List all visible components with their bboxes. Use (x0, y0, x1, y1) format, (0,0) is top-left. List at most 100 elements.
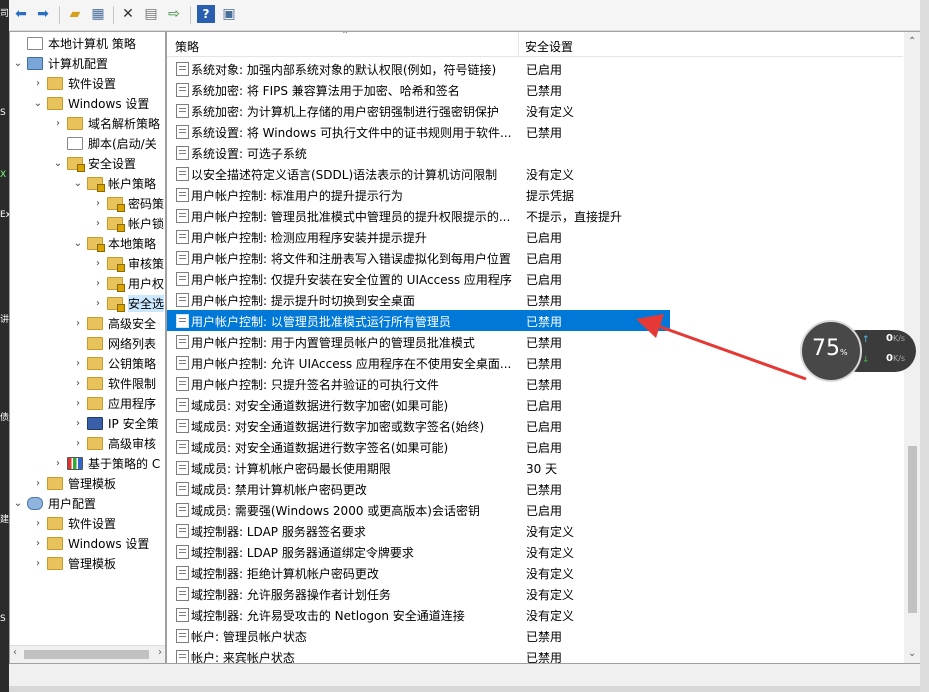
tree-item[interactable]: › 管理模板 (32, 554, 116, 572)
table-row[interactable]: 用户帐户控制: 将文件和注册表写入错误虚拟化到每用户位置 已启用 (167, 247, 903, 268)
chevron-right-icon[interactable]: › (92, 298, 104, 309)
tree-item[interactable]: › 软件限制 (72, 374, 156, 392)
chevron-down-icon[interactable]: ⌄ (72, 238, 84, 249)
table-row[interactable]: 域成员: 对安全通道数据进行数字签名(如果可能) 已启用 (167, 436, 903, 457)
chevron-right-icon[interactable]: › (92, 278, 104, 289)
table-row[interactable]: 域控制器: LDAP 服务器签名要求 没有定义 (167, 520, 903, 541)
tree-item[interactable]: › 帐户锁 (92, 214, 164, 232)
tree-item[interactable]: › 基于策略的 C (52, 454, 160, 472)
chevron-right-icon[interactable]: › (72, 378, 84, 389)
table-row[interactable]: 域成员: 禁用计算机帐户密码更改 已禁用 (167, 478, 903, 499)
table-row[interactable]: 域成员: 对安全通道数据进行数字加密或数字签名(始终) 已启用 (167, 415, 903, 436)
chevron-right-icon[interactable]: › (32, 518, 44, 529)
tree-item[interactable]: ⌄ 帐户策略 (72, 174, 156, 192)
chevron-down-icon[interactable]: ⌄ (12, 498, 24, 509)
chevron-right-icon[interactable]: › (92, 198, 104, 209)
scroll-down-icon[interactable]: ⌄ (908, 648, 916, 659)
scroll-right-icon[interactable]: › (158, 647, 162, 658)
table-row[interactable]: 系统设置: 将 Windows 可执行文件中的证书规则用于软件... 已禁用 (167, 121, 903, 142)
tree-item[interactable]: › 应用程序 (72, 394, 156, 412)
forward-arrow-icon[interactable]: ➡ (34, 5, 52, 23)
tree-item[interactable]: › 用户权 (92, 274, 164, 292)
table-row[interactable]: 系统设置: 可选子系统 (167, 142, 903, 163)
table-row[interactable]: 域控制器: LDAP 服务器通道绑定令牌要求 没有定义 (167, 541, 903, 562)
help-icon[interactable]: ? (197, 5, 215, 23)
chevron-right-icon[interactable]: › (32, 78, 44, 89)
table-row[interactable]: 以安全描述符定义语言(SDDL)语法表示的计算机访问限制 没有定义 (167, 163, 903, 184)
tree-item[interactable]: › 软件设置 (32, 74, 116, 92)
table-row[interactable]: 系统对象: 加强内部系统对象的默认权限(例如，符号链接) 已启用 (167, 58, 903, 79)
tree-item[interactable]: ⌄ 计算机配置 (12, 54, 108, 72)
tree-item[interactable]: › 高级审核 (72, 434, 156, 452)
tree-item[interactable]: › 域名解析策略 (52, 114, 160, 132)
chevron-right-icon[interactable]: › (72, 398, 84, 409)
chevron-right-icon[interactable]: › (52, 118, 64, 129)
chevron-right-icon[interactable]: › (52, 458, 64, 469)
tree-item[interactable]: › IP 安全策 (72, 414, 159, 432)
table-row[interactable]: 帐户: 来宾帐户状态 已禁用 (167, 646, 903, 663)
tree-item[interactable]: ⌄ 本地策略 (72, 234, 156, 252)
tree-item[interactable]: › 密码策 (92, 194, 164, 212)
tree-item[interactable]: 网络列表 (72, 334, 156, 352)
chevron-right-icon[interactable]: › (32, 558, 44, 569)
table-row[interactable]: 域成员: 对安全通道数据进行数字加密(如果可能) 已启用 (167, 394, 903, 415)
chevron-down-icon[interactable]: ⌄ (12, 58, 24, 69)
table-row[interactable]: 域控制器: 拒绝计算机帐户密码更改 没有定义 (167, 562, 903, 583)
table-row[interactable]: 域控制器: 允许服务器操作者计划任务 没有定义 (167, 583, 903, 604)
chevron-down-icon[interactable]: ⌄ (72, 178, 84, 189)
tree-item[interactable]: ⌄ Windows 设置 (32, 94, 149, 112)
tree-item[interactable]: ⌄ 用户配置 (12, 494, 96, 512)
scroll-left-icon[interactable]: ‹ (13, 647, 17, 658)
tree-item[interactable]: › 管理模板 (32, 474, 116, 492)
properties-icon[interactable]: ▤ (142, 5, 160, 23)
table-row[interactable]: 用户帐户控制: 标准用户的提升提示行为 提示凭据 (167, 184, 903, 205)
table-row[interactable]: 用户帐户控制: 检测应用程序安装并提示提升 已启用 (167, 226, 903, 247)
chevron-right-icon[interactable]: › (72, 358, 84, 369)
table-row[interactable]: 用户帐户控制: 提示提升时切换到安全桌面 已禁用 (167, 289, 903, 310)
table-row[interactable]: 用户帐户控制: 仅提升安装在安全位置的 UIAccess 应用程序 已启用 (167, 268, 903, 289)
table-row[interactable]: 系统加密: 为计算机上存储的用户密钥强制进行强密钥保护 没有定义 (167, 100, 903, 121)
chevron-down-icon[interactable]: ⌄ (52, 158, 64, 169)
column-divider[interactable] (518, 32, 519, 56)
scroll-up-icon[interactable]: ⌃ (908, 36, 916, 47)
tree-item[interactable]: ⌄ 安全设置 (52, 154, 136, 172)
tree-item[interactable]: 本地计算机 策略 (12, 34, 136, 52)
tree-item[interactable]: › 审核策 (92, 254, 164, 272)
tree-item[interactable]: › Windows 设置 (32, 534, 149, 552)
table-row-selected[interactable]: 用户帐户控制: 以管理员批准模式运行所有管理员 已禁用 (167, 310, 670, 331)
tree-item[interactable]: › 公钥策略 (72, 354, 156, 372)
table-row[interactable]: 系统加密: 将 FIPS 兼容算法用于加密、哈希和签名 已禁用 (167, 79, 903, 100)
table-row[interactable]: 帐户: 管理员帐户状态 已禁用 (167, 625, 903, 646)
table-row[interactable]: 用户帐户控制: 用于内置管理员帐户的管理员批准模式 已禁用 (167, 331, 903, 352)
tree-item[interactable]: › 软件设置 (32, 514, 116, 532)
column-header-policy[interactable]: 策略 (175, 38, 199, 55)
view-icon[interactable]: ▣ (220, 5, 238, 23)
chevron-right-icon[interactable]: › (92, 258, 104, 269)
chevron-right-icon[interactable]: › (32, 478, 44, 489)
table-row[interactable]: 用户帐户控制: 管理员批准模式中管理员的提升权限提示的... 不提示，直接提升 (167, 205, 903, 226)
scroll-thumb[interactable] (908, 446, 917, 613)
table-row[interactable]: 域成员: 需要强(Windows 2000 或更高版本)会话密钥 已启用 (167, 499, 903, 520)
chevron-right-icon[interactable]: › (72, 438, 84, 449)
chevron-right-icon[interactable]: › (72, 418, 84, 429)
tree-item-selected[interactable]: › 安全选 (92, 294, 165, 312)
column-header-setting[interactable]: 安全设置 (525, 38, 573, 55)
export-icon[interactable]: ⇨ (165, 5, 183, 23)
chevron-down-icon[interactable]: ⌄ (32, 98, 44, 109)
table-row[interactable]: 用户帐户控制: 只提升签名并验证的可执行文件 已禁用 (167, 373, 903, 394)
delete-icon[interactable]: ✕ (119, 5, 137, 23)
table-row[interactable]: 用户帐户控制: 允许 UIAccess 应用程序在不使用安全桌面... 已禁用 (167, 352, 903, 373)
chevron-right-icon[interactable]: › (92, 218, 104, 229)
show-tree-icon[interactable]: ▦ (89, 5, 107, 23)
table-row[interactable]: 域成员: 计算机帐户密码最长使用期限 30 天 (167, 457, 903, 478)
chevron-right-icon[interactable]: › (72, 318, 84, 329)
chevron-right-icon[interactable]: › (32, 538, 44, 549)
tree-item[interactable]: 脚本(启动/关 (52, 134, 157, 152)
network-speed-widget[interactable]: 75% ↑ 0K/s ↓ 0K/s (800, 320, 920, 382)
table-row[interactable]: 域控制器: 允许易受攻击的 Netlogon 安全通道连接 没有定义 (167, 604, 903, 625)
back-arrow-icon[interactable]: ⬅ (12, 5, 30, 23)
tree-item[interactable]: › 高级安全 (72, 314, 156, 332)
tree-horizontal-scrollbar[interactable]: ‹ › (10, 645, 165, 663)
up-folder-icon[interactable]: ▰ (66, 5, 84, 23)
scroll-thumb[interactable] (24, 650, 149, 659)
